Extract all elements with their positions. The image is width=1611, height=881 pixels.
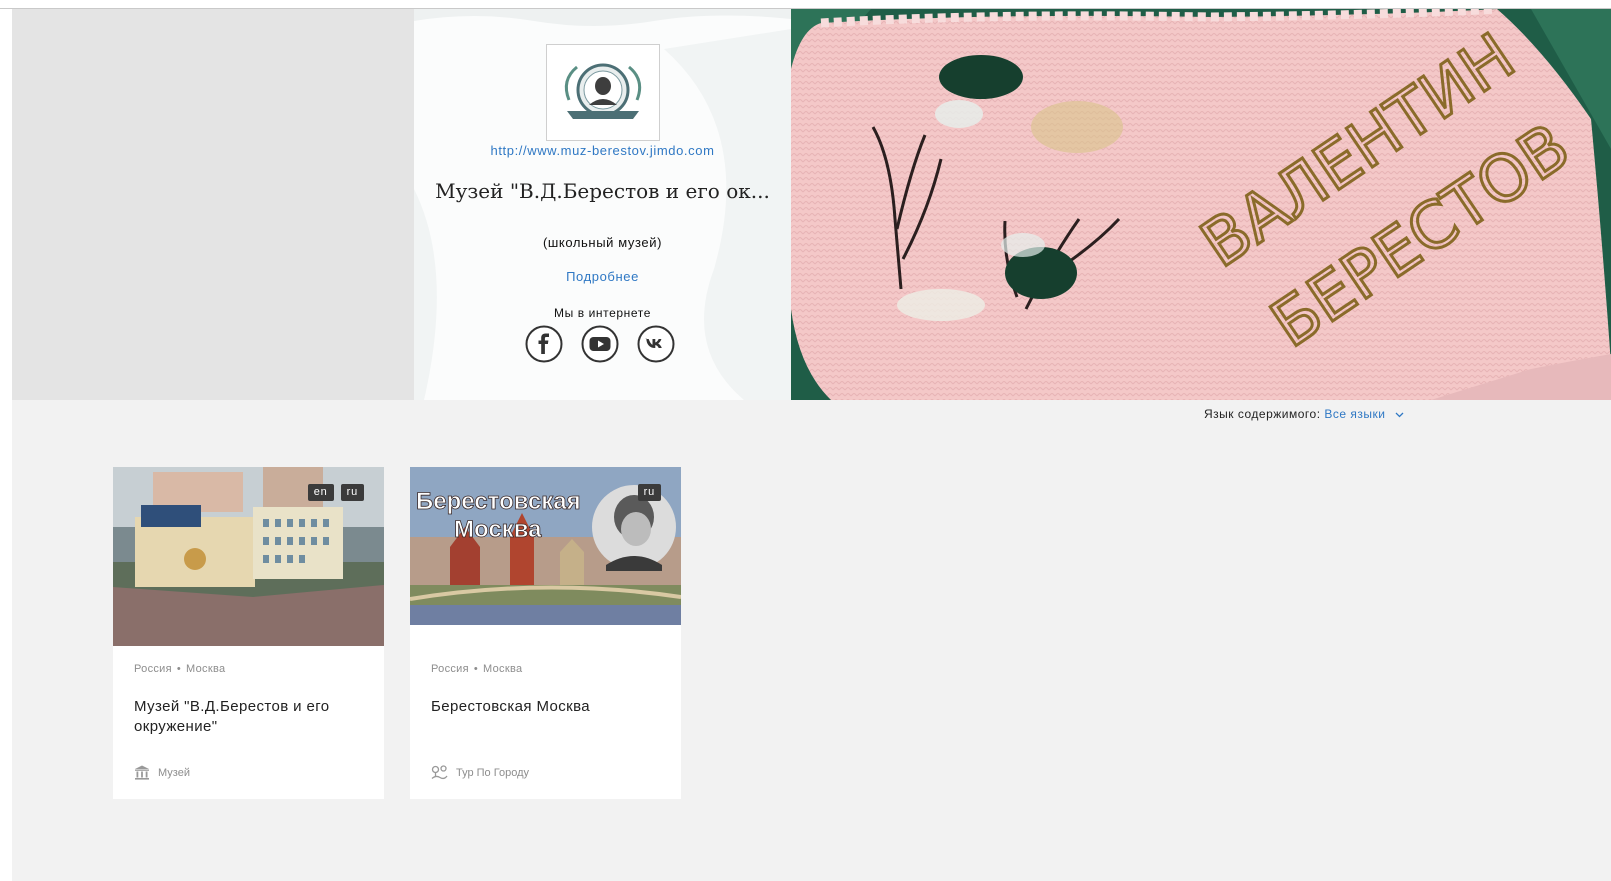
- online-label: Мы в интернете: [553, 306, 652, 320]
- card-museum[interactable]: en ru Россия • Москва Музей "В.Д.Берестов …: [113, 467, 384, 799]
- cover-empty-panel: [12, 9, 414, 400]
- museum-title: Музей "В.Д.Берестов и его ок...: [435, 179, 770, 203]
- social-links: [525, 325, 675, 363]
- language-badges: en ru: [307, 484, 364, 501]
- category-label: Музей: [158, 766, 190, 779]
- thumb-title-line1: Берестовская: [416, 488, 581, 515]
- youtube-icon[interactable]: [581, 325, 619, 363]
- museum-icon: [135, 765, 149, 780]
- website-link[interactable]: http://www.muz-berestov.jimdo.com: [414, 143, 791, 158]
- category-label: Тур По Городу: [456, 766, 529, 779]
- card-title[interactable]: Берестовская Москва: [431, 697, 663, 717]
- content-language-filter[interactable]: Язык содержимого: Все языки: [1204, 407, 1404, 421]
- card-category: Музей: [134, 765, 190, 780]
- facebook-icon[interactable]: [525, 325, 563, 363]
- card-city-tour[interactable]: Берестовская Москва ru Россия • Москва Бер…: [410, 467, 681, 799]
- location-city: Москва: [483, 663, 523, 675]
- language-badge-en: en: [307, 484, 334, 501]
- location-city: Москва: [186, 663, 226, 675]
- card-category: Тур По Городу: [431, 765, 529, 780]
- museum-logo: [546, 44, 660, 141]
- card-location: Россия • Москва: [431, 663, 523, 675]
- language-filter-value[interactable]: Все языки: [1324, 407, 1385, 421]
- location-country: Россия: [134, 663, 172, 675]
- card-location: Россия • Москва: [134, 663, 226, 675]
- chevron-down-icon[interactable]: [1395, 412, 1404, 418]
- city-tour-icon: [431, 765, 448, 780]
- thumb-title-line2: Москва: [454, 516, 542, 543]
- language-badge-ru: ru: [340, 484, 364, 501]
- page: http://www.muz-berestov.jimdo.com Музей …: [12, 9, 1611, 881]
- card-title[interactable]: Музей "В.Д.Берестов и его окружение": [134, 697, 366, 737]
- vk-icon[interactable]: [637, 325, 675, 363]
- language-badge-ru: ru: [637, 484, 661, 501]
- cover-photo: ВАЛЕНТИН БЕРЕСТОВ: [791, 9, 1611, 400]
- profile-panel: http://www.muz-berestov.jimdo.com Музей …: [414, 9, 791, 400]
- language-badges: ru: [637, 484, 661, 501]
- location-country: Россия: [431, 663, 469, 675]
- more-link[interactable]: Подробнее: [414, 269, 791, 284]
- museum-subtitle: (школьный музей): [542, 235, 663, 250]
- language-filter-label: Язык содержимого:: [1204, 407, 1321, 421]
